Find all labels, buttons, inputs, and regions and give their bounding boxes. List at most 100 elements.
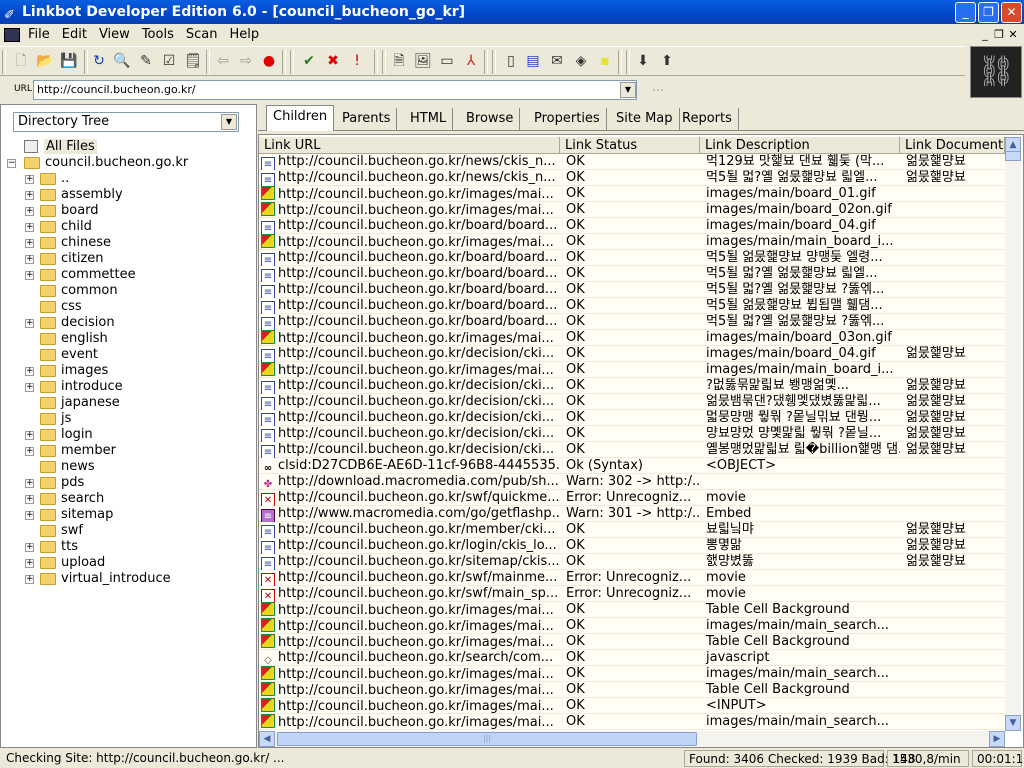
- menu-file[interactable]: File: [22, 24, 56, 45]
- table-row[interactable]: ≡ http://council.bucheon.go.kr/decision/c…: [259, 394, 1005, 411]
- vertical-scrollbar[interactable]: ▲ ▼: [1005, 137, 1021, 731]
- tree-expand-toggle[interactable]: +: [25, 255, 34, 264]
- table-row[interactable]: ∞ clsid:D27CDB6E-AE6D-11cf-96B8-4445535..…: [259, 458, 1005, 474]
- vertical-scroll-thumb[interactable]: [1005, 151, 1021, 161]
- stop-button[interactable]: ●: [260, 52, 278, 70]
- tree-item[interactable]: upload: [40, 555, 105, 571]
- check-button[interactable]: ✔: [300, 52, 318, 70]
- tree-view-select[interactable]: Directory Tree ▼: [13, 112, 239, 132]
- table-row[interactable]: ≡ http://council.bucheon.go.kr/decision/c…: [259, 378, 1005, 395]
- tree-item[interactable]: japanese: [40, 395, 120, 411]
- tree-item[interactable]: virtual_introduce: [40, 571, 171, 587]
- url-dropdown-button[interactable]: ▼: [620, 82, 636, 98]
- table-row[interactable]: http://council.bucheon.go.kr/images/mai.…: [259, 234, 1005, 250]
- image-button[interactable]: 🖼: [414, 52, 432, 70]
- table-row[interactable]: ≡ http://council.bucheon.go.kr/decision/c…: [259, 426, 1005, 443]
- table-row[interactable]: http://council.bucheon.go.kr/images/mai.…: [259, 602, 1005, 618]
- tree-item[interactable]: login: [40, 427, 93, 443]
- table-row[interactable]: ≡ http://council.bucheon.go.kr/board/boar…: [259, 298, 1005, 315]
- table-row[interactable]: http://council.bucheon.go.kr/images/mai.…: [259, 618, 1005, 634]
- column-header-link-status[interactable]: Link Status: [560, 137, 700, 154]
- tree-item[interactable]: js: [40, 411, 71, 427]
- tree-expand-toggle[interactable]: +: [25, 559, 34, 568]
- mdi-restore-button[interactable]: ❐: [992, 28, 1006, 41]
- table-row[interactable]: ≡ http://council.bucheon.go.kr/board/boar…: [259, 314, 1005, 331]
- maximize-button[interactable]: ❐: [978, 2, 999, 23]
- table-row[interactable]: ≡ http://council.bucheon.go.kr/board/boar…: [259, 250, 1005, 267]
- back-button[interactable]: ⇦: [214, 52, 232, 70]
- tree-item[interactable]: introduce: [40, 379, 123, 395]
- tree-item[interactable]: tts: [40, 539, 78, 555]
- menu-edit[interactable]: Edit: [56, 24, 93, 45]
- upload-button[interactable]: ⬆: [658, 52, 676, 70]
- download-button[interactable]: ⬇: [634, 52, 652, 70]
- table-row[interactable]: http://council.bucheon.go.kr/images/mai.…: [259, 362, 1005, 378]
- table-row[interactable]: http://council.bucheon.go.kr/images/mai.…: [259, 714, 1005, 730]
- open-button[interactable]: 📂: [36, 52, 54, 70]
- save-button[interactable]: 💾: [60, 52, 78, 70]
- tree-item[interactable]: css: [40, 299, 82, 315]
- tree-expand-toggle[interactable]: +: [25, 431, 34, 440]
- table-row[interactable]: ≡ http://council.bucheon.go.kr/board/boar…: [259, 282, 1005, 299]
- table-row[interactable]: ≡ http://council.bucheon.go.kr/decision/c…: [259, 346, 1005, 363]
- table-row[interactable]: ≡ http://www.macromedia.com/go/getflashp.…: [259, 506, 1005, 523]
- scroll-down-button[interactable]: ▼: [1005, 715, 1021, 731]
- tree-item[interactable]: commettee: [40, 267, 136, 283]
- tree-item[interactable]: chinese: [40, 235, 111, 251]
- column-header-link-document-t[interactable]: Link Document T: [900, 137, 1005, 154]
- tree-item[interactable]: board: [40, 203, 99, 219]
- cross-button[interactable]: ✖: [324, 52, 342, 70]
- document-button[interactable]: 🗎: [390, 52, 408, 70]
- close-button[interactable]: ✕: [1001, 2, 1022, 23]
- tab-children[interactable]: Children: [266, 105, 335, 131]
- tab-parents[interactable]: Parents: [336, 108, 398, 130]
- tree-expand-toggle[interactable]: +: [25, 543, 34, 552]
- table-row[interactable]: http://council.bucheon.go.kr/images/mai.…: [259, 666, 1005, 682]
- scroll-right-button[interactable]: ▶: [989, 731, 1005, 747]
- page-button[interactable]: ▯: [502, 52, 520, 70]
- tree-expand-toggle[interactable]: +: [25, 367, 34, 376]
- tab-site-map[interactable]: Site Map: [610, 108, 680, 130]
- menu-view[interactable]: View: [93, 24, 136, 45]
- menu-help[interactable]: Help: [223, 24, 265, 45]
- table-row[interactable]: http://council.bucheon.go.kr/images/mai.…: [259, 330, 1005, 346]
- table-row[interactable]: ✕ http://council.bucheon.go.kr/swf/main_s…: [259, 586, 1005, 603]
- edit-button[interactable]: ✎: [137, 52, 155, 70]
- table-row[interactable]: http://council.bucheon.go.kr/images/mai.…: [259, 698, 1005, 714]
- minimize-button[interactable]: _: [955, 2, 976, 23]
- tree-item[interactable]: assembly: [40, 187, 123, 203]
- table-row[interactable]: ✕ http://council.bucheon.go.kr/swf/mainme…: [259, 570, 1005, 587]
- tag-button[interactable]: ◈: [572, 52, 590, 70]
- tree-item[interactable]: swf: [40, 523, 83, 539]
- column-header-link-description[interactable]: Link Description: [700, 137, 900, 154]
- table-row[interactable]: ≡ http://council.bucheon.go.kr/news/ckis_…: [259, 170, 1005, 187]
- tree-expand-toggle[interactable]: +: [25, 383, 34, 392]
- table-row[interactable]: http://council.bucheon.go.kr/images/mai.…: [259, 682, 1005, 698]
- mdi-close-button[interactable]: ✕: [1006, 28, 1020, 41]
- tree-item[interactable]: decision: [40, 315, 115, 331]
- tree-item[interactable]: search: [40, 491, 104, 507]
- tree-item[interactable]: citizen: [40, 251, 104, 267]
- window-button[interactable]: ▭: [438, 52, 456, 70]
- table-row[interactable]: ≡ http://council.bucheon.go.kr/sitemap/ck…: [259, 554, 1005, 571]
- table-row[interactable]: ≡ http://council.bucheon.go.kr/decision/c…: [259, 410, 1005, 427]
- tree-item[interactable]: event: [40, 347, 98, 363]
- table-row[interactable]: ≡ http://council.bucheon.go.kr/news/ckis_…: [259, 154, 1005, 171]
- tree-expand-toggle[interactable]: +: [25, 495, 34, 504]
- table-row[interactable]: http://council.bucheon.go.kr/images/mai.…: [259, 186, 1005, 202]
- tree-expand-toggle[interactable]: +: [25, 207, 34, 216]
- tree-item[interactable]: news: [40, 459, 95, 475]
- column-header-link-url[interactable]: Link URL: [259, 137, 560, 154]
- doc-menu-icon[interactable]: [4, 27, 20, 42]
- tree-expand-toggle[interactable]: +: [25, 175, 34, 184]
- horizontal-scroll-thumb[interactable]: |||: [277, 732, 697, 746]
- chevron-down-icon[interactable]: ▼: [221, 114, 237, 130]
- url-input[interactable]: http://council.bucheon.go.kr/: [33, 80, 637, 100]
- scroll-left-button[interactable]: ◀: [259, 731, 275, 747]
- tree-expand-toggle[interactable]: +: [25, 447, 34, 456]
- tab-browse[interactable]: Browse: [460, 108, 521, 130]
- tree-expand-toggle[interactable]: +: [25, 575, 34, 584]
- table-row[interactable]: http://council.bucheon.go.kr/images/mai.…: [259, 202, 1005, 218]
- tree-collapse-toggle[interactable]: −: [7, 159, 16, 168]
- properties-button[interactable]: 🗒: [184, 52, 202, 70]
